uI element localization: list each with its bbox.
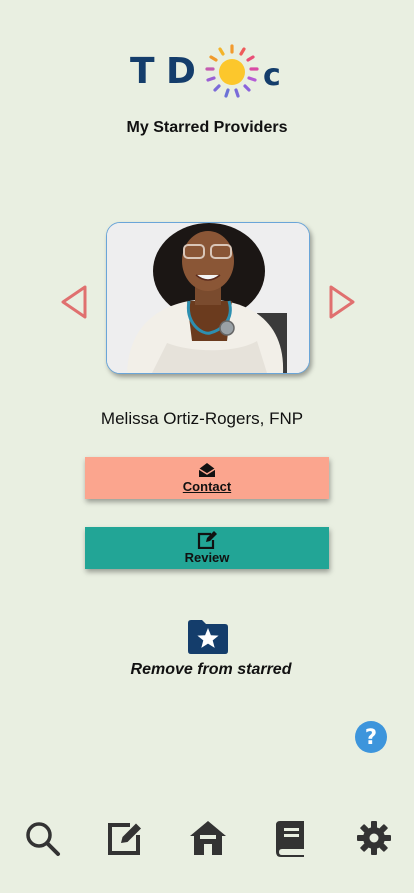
provider-photo: [106, 222, 310, 374]
app-logo: T D c: [130, 40, 290, 106]
book-icon: [276, 821, 304, 857]
help-button[interactable]: ?: [355, 721, 387, 753]
bottom-nav: [0, 810, 414, 870]
nav-book[interactable]: [271, 818, 311, 858]
next-provider-button[interactable]: [327, 284, 357, 320]
search-icon: [26, 822, 60, 856]
previous-provider-button[interactable]: [59, 284, 89, 320]
nav-search[interactable]: [22, 818, 62, 858]
sun-icon: [205, 44, 259, 98]
logo-letter-c: c: [263, 58, 281, 93]
nav-home[interactable]: [188, 818, 228, 858]
nav-settings[interactable]: [354, 818, 394, 858]
edit-icon: [197, 531, 217, 549]
page-title: My Starred Providers: [126, 119, 288, 136]
logo-letter-d: D: [166, 51, 196, 92]
gear-icon: [357, 821, 391, 855]
contact-button[interactable]: Contact: [85, 457, 329, 499]
starred-folder-icon[interactable]: [186, 619, 230, 655]
review-button[interactable]: Review: [85, 527, 329, 569]
logo-letter-t: T: [130, 51, 155, 92]
nav-edit[interactable]: [104, 818, 144, 858]
provider-portrait-image: [107, 223, 309, 373]
provider-name: Melissa Ortiz-Rogers, FNP: [100, 409, 304, 428]
remove-from-starred-link[interactable]: Remove from starred: [0, 661, 414, 679]
edit-icon: [108, 823, 141, 855]
review-button-label: Review: [184, 550, 230, 565]
contact-button-label: Contact: [182, 479, 232, 494]
home-icon: [190, 821, 226, 855]
envelope-open-icon: [198, 463, 216, 477]
